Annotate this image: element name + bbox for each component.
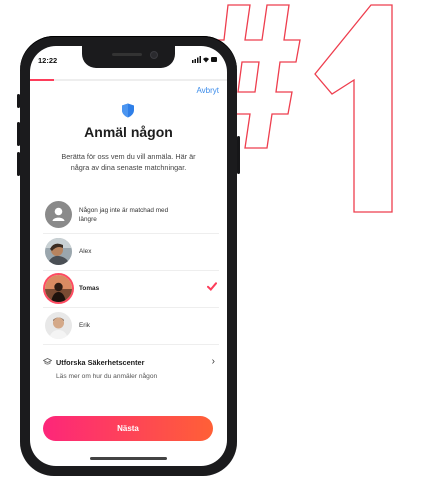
front-camera <box>150 51 158 59</box>
list-item[interactable]: Någon jag inte är matchad med längre <box>43 197 219 234</box>
match-name: Erik <box>79 322 91 329</box>
avatar <box>45 238 72 265</box>
avatar <box>45 275 72 302</box>
match-list: Någon jag inte är matchad med längre Ale… <box>43 197 219 345</box>
match-name: Alex <box>79 248 92 255</box>
avatar <box>45 312 72 339</box>
list-item[interactable]: Erik <box>43 308 219 345</box>
unknown-person-icon <box>52 207 65 221</box>
notch <box>82 46 175 68</box>
status-time: 12:22 <box>38 56 58 65</box>
graduation-cap-icon <box>43 358 52 365</box>
home-indicator <box>90 457 167 460</box>
check-icon <box>207 282 217 291</box>
list-item[interactable]: Tomas <box>43 271 219 308</box>
avatar <box>45 201 72 228</box>
power-button <box>237 136 240 174</box>
cancel-button[interactable]: Avbryt <box>196 86 219 95</box>
list-item[interactable]: Alex <box>43 234 219 271</box>
erik-photo <box>45 312 72 339</box>
signal-wifi-battery-icon <box>192 56 217 63</box>
page-description: Berätta för oss vem du vill anmäla. Här … <box>61 152 196 172</box>
safety-center-header: Utforska Säkerhetscenter › <box>43 356 219 370</box>
status-icons <box>192 56 218 65</box>
phone-frame: 12:22 Avbryt Anmäl någon Berätta för oss… <box>17 36 240 476</box>
safety-center-link[interactable]: Utforska Säkerhetscenter › Läs mer om hu… <box>43 356 219 380</box>
safety-center-subtitle: Läs mer om hur du anmäler någon <box>56 373 158 380</box>
next-button[interactable]: Nästa <box>43 416 213 441</box>
progress-bar <box>30 79 227 81</box>
alex-photo <box>45 238 72 265</box>
shield-icon <box>122 103 134 118</box>
volume-up-button <box>17 122 20 146</box>
volume-down-button <box>17 152 20 176</box>
match-name: Tomas <box>79 285 100 292</box>
tomas-photo <box>45 275 72 302</box>
progress-fill <box>30 79 54 81</box>
mute-switch <box>17 94 20 108</box>
speaker <box>112 53 142 56</box>
safety-center-title: Utforska Säkerhetscenter <box>56 358 145 367</box>
chevron-right-icon: › <box>211 356 215 367</box>
match-name: Någon jag inte är matchad med längre <box>79 207 169 223</box>
page-title: Anmäl någon <box>84 124 173 140</box>
phone-screen: 12:22 Avbryt Anmäl någon Berätta för oss… <box>30 46 227 466</box>
